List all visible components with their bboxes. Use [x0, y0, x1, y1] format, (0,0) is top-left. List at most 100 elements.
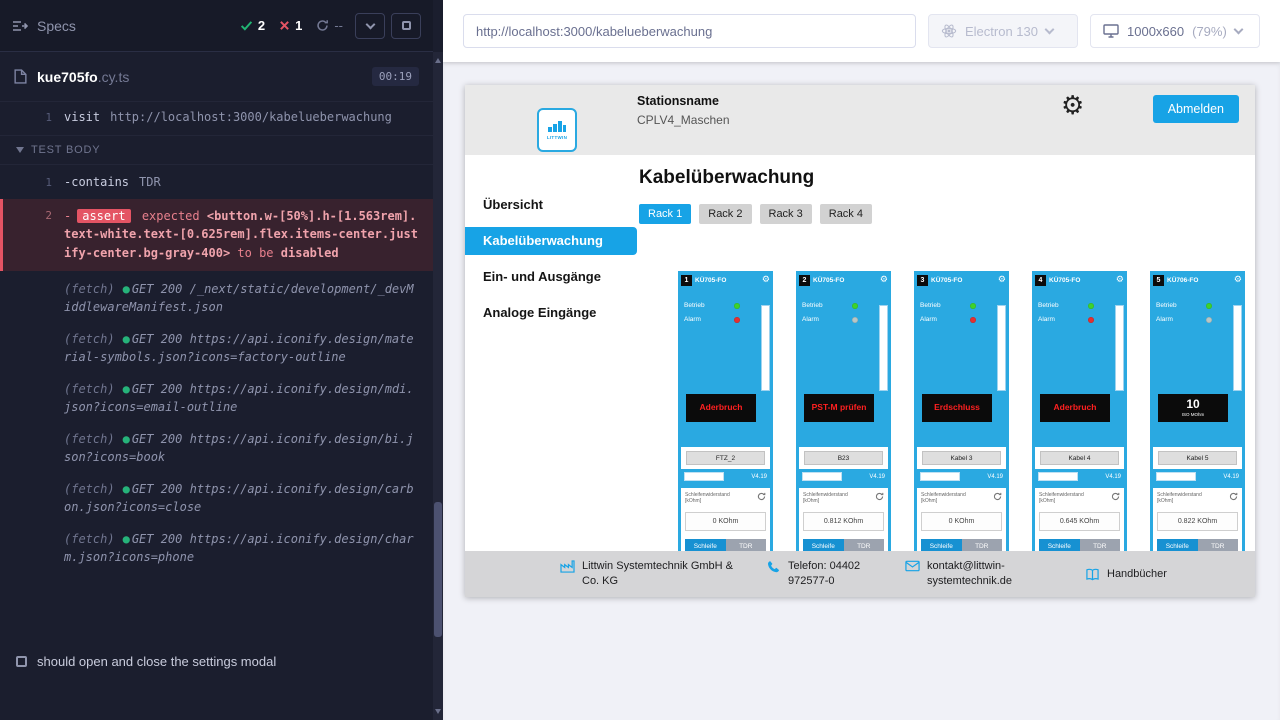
cable-label-field[interactable]: B23	[804, 451, 883, 465]
tab-rack-3[interactable]: Rack 3	[760, 204, 812, 224]
url-input[interactable]: http://localhost:3000/kabelueberwachung	[463, 14, 916, 48]
version-row: V4.19	[1153, 469, 1242, 484]
aut-panel: http://localhost:3000/kabelueberwachung …	[443, 0, 1280, 720]
fetch-status: GET 200	[132, 282, 183, 296]
module-gear-icon[interactable]: ⚙	[1116, 276, 1124, 285]
passed-stat[interactable]: 2	[240, 18, 265, 33]
check-icon	[240, 19, 253, 32]
next-test-row[interactable]: should open and close the settings modal	[0, 643, 433, 680]
module-title: KÜ705-FO	[695, 277, 762, 284]
failed-assert-row[interactable]: 2 -assert expected <button.w-[50%].h-[1.…	[0, 199, 433, 271]
firmware-version: V4.19	[1105, 474, 1121, 480]
sidebar-item-kabelueberwachung[interactable]: Kabelüberwachung	[465, 227, 637, 255]
module-head: 1 KÜ705-FO ⚙	[681, 274, 770, 287]
spec-extension: .cy.ts	[98, 69, 130, 85]
fetch-log-row[interactable]: (fetch)●GET 200 https://api.iconify.desi…	[0, 523, 433, 573]
passed-count: 2	[258, 18, 265, 33]
status-dot-icon: ●	[123, 432, 130, 446]
module-head: 3 KÜ705-FO ⚙	[917, 274, 1006, 287]
alarm-led	[852, 317, 858, 323]
sidebar-item-uebersicht[interactable]: Übersicht	[465, 191, 637, 219]
fetch-log-row[interactable]: (fetch)●GET 200 /_next/static/developmen…	[0, 273, 433, 323]
module-title: KÜ706-FO	[1167, 277, 1234, 284]
refresh-icon[interactable]	[757, 492, 766, 501]
reporter-scrollbar[interactable]	[433, 52, 443, 720]
mini-input[interactable]	[1038, 472, 1078, 481]
fetch-url: https://api.iconify.design/bi.json?icons…	[64, 432, 414, 464]
firmware-version: V4.19	[751, 474, 767, 480]
contains-command-row[interactable]: 1 -contains TDR	[0, 169, 433, 196]
fetch-log-row[interactable]: (fetch)●GET 200 https://api.iconify.desi…	[0, 423, 433, 473]
command-arg: TDR	[139, 174, 161, 191]
sidebar-item-analoge-eingaenge[interactable]: Analoge Eingänge	[465, 299, 637, 327]
spec-name[interactable]: kue705fo.cy.ts	[37, 69, 362, 85]
cable-label-field[interactable]: FTZ_2	[686, 451, 765, 465]
collapse-button[interactable]	[355, 13, 385, 39]
module-gear-icon[interactable]: ⚙	[1234, 276, 1242, 285]
alarm-led	[970, 317, 976, 323]
module-leds: Betrieb Alarm	[1153, 302, 1242, 394]
specs-button[interactable]: Specs	[12, 18, 240, 34]
fetch-url: https://api.iconify.design/charm.json?ic…	[64, 532, 414, 564]
tab-rack-2[interactable]: Rack 2	[699, 204, 751, 224]
fetch-label: (fetch)	[64, 282, 115, 296]
module-gear-icon[interactable]: ⚙	[762, 276, 770, 285]
module-title: KÜ705-FO	[813, 277, 880, 284]
line-number: 2	[3, 207, 64, 263]
logout-button[interactable]: Abmelden	[1153, 95, 1239, 123]
tab-rack-4[interactable]: Rack 4	[820, 204, 872, 224]
fetch-log-row[interactable]: (fetch)●GET 200 https://api.iconify.desi…	[0, 473, 433, 523]
assert-expected: expected	[142, 209, 200, 223]
refresh-icon[interactable]	[875, 492, 884, 501]
module-leds: Betrieb Alarm	[917, 302, 1006, 394]
test-body-section[interactable]: TEST BODY	[0, 135, 433, 165]
fetch-log-row[interactable]: (fetch)●GET 200 https://api.iconify.desi…	[0, 323, 433, 373]
failed-stat[interactable]: 1	[279, 18, 302, 33]
pending-stat[interactable]: --	[316, 18, 343, 33]
app-header: LITTWIN Stationsname CPLV4_Maschen ⚙ Abm…	[465, 85, 1255, 155]
refresh-icon[interactable]	[1111, 492, 1120, 501]
module-leds: Betrieb Alarm	[799, 302, 888, 394]
rack-tabs: Rack 1 Rack 2 Rack 3 Rack 4	[639, 204, 1255, 224]
kabelueberwachung-app: LITTWIN Stationsname CPLV4_Maschen ⚙ Abm…	[465, 85, 1255, 597]
app-main: Kabelüberwachung Rack 1 Rack 2 Rack 3 Ra…	[637, 155, 1255, 597]
mini-input[interactable]	[920, 472, 960, 481]
browser-select[interactable]: Electron 130	[928, 14, 1078, 48]
tab-rack-1[interactable]: Rack 1	[639, 204, 691, 224]
url-text: http://localhost:3000/kabelueberwachung	[476, 24, 712, 39]
cable-label-band: Kabel 3	[917, 447, 1006, 469]
mini-input[interactable]	[684, 472, 724, 481]
refresh-icon[interactable]	[993, 492, 1002, 501]
indicator-strip	[761, 305, 770, 391]
module-gear-icon[interactable]: ⚙	[998, 276, 1006, 285]
visit-command-row[interactable]: 1 visit http://localhost:3000/kabelueber…	[0, 104, 433, 131]
settings-gear-icon[interactable]: ⚙	[1061, 91, 1084, 121]
fetch-log-row[interactable]: (fetch)●GET 200 https://api.iconify.desi…	[0, 373, 433, 423]
test-body-label: TEST BODY	[31, 144, 100, 156]
scroll-down-arrow-icon[interactable]	[435, 709, 441, 714]
iso-value: 10	[1186, 398, 1199, 411]
viewport-select[interactable]: 1000x660 (79%)	[1090, 14, 1260, 48]
module-title: KÜ705-FO	[931, 277, 998, 284]
cable-label-field[interactable]: Kabel 3	[922, 451, 1001, 465]
mini-input[interactable]	[1156, 472, 1196, 481]
cable-label-field[interactable]: Kabel 4	[1040, 451, 1119, 465]
footer-manuals[interactable]: Handbücher	[1085, 567, 1185, 582]
scrollbar-thumb[interactable]	[434, 502, 442, 637]
phone-icon	[767, 560, 781, 574]
refresh-icon[interactable]	[1229, 492, 1238, 501]
status-display: PST-M prüfen	[804, 394, 874, 422]
status-display: Aderbruch	[686, 394, 756, 422]
mini-input[interactable]	[802, 472, 842, 481]
stop-button[interactable]	[391, 13, 421, 39]
betrieb-led	[970, 303, 976, 309]
betrieb-led	[852, 303, 858, 309]
sidebar-item-ein-und-ausgaenge[interactable]: Ein- und Ausgänge	[465, 263, 637, 291]
scroll-up-arrow-icon[interactable]	[435, 58, 441, 63]
cable-label-field[interactable]: Kabel 5	[1158, 451, 1237, 465]
module-gear-icon[interactable]: ⚙	[880, 276, 888, 285]
app-footer: Littwin Systemtechnik GmbH & Co. KG Tele…	[465, 551, 1255, 597]
line-number: 1	[0, 109, 64, 126]
measurement-value: 0.645 KOhm	[1039, 512, 1120, 531]
line-number: 1	[0, 174, 64, 191]
